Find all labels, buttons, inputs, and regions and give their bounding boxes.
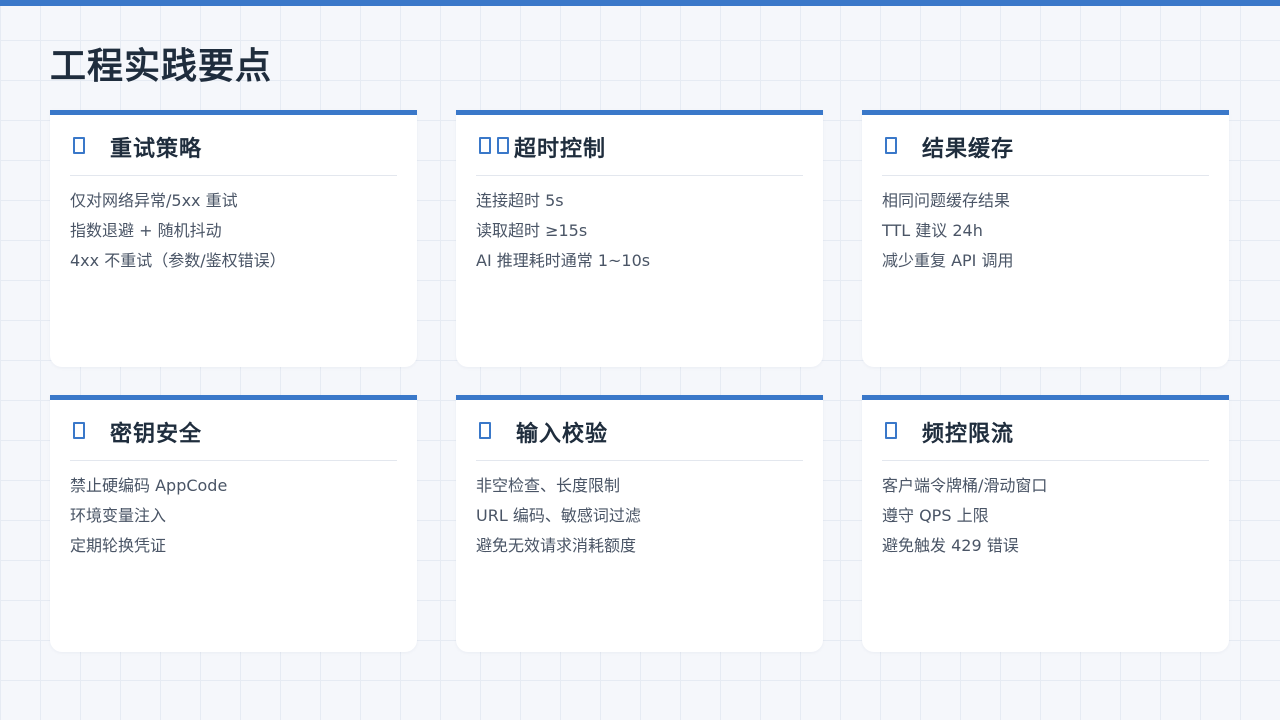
placeholder-glyph-icon <box>882 135 912 159</box>
card-key-security: 密钥安全 禁止硬编码 AppCode 环境变量注入 定期轮换凭证 <box>50 395 417 652</box>
list-item: URL 编码、敏感词过滤 <box>476 506 641 525</box>
list-item: 避免无效请求消耗额度 <box>476 536 637 555</box>
card-list: 客户端令牌桶/滑动窗口 遵守 QPS 上限 避免触发 429 错误 <box>882 471 1209 561</box>
card-rate-limiting: 频控限流 客户端令牌桶/滑动窗口 遵守 QPS 上限 避免触发 429 错误 <box>862 395 1229 652</box>
placeholder-glyph-icon <box>476 135 514 159</box>
card-timeout-control: 超时控制 连接超时 5s 读取超时 ≥15s AI 推理耗时通常 1~10s <box>456 110 823 367</box>
card-retry-strategy: 重试策略 仅对网络异常/5xx 重试 指数退避 + 随机抖动 4xx 不重试（参… <box>50 110 417 367</box>
card-list: 禁止硬编码 AppCode 环境变量注入 定期轮换凭证 <box>70 471 397 561</box>
list-item: 遵守 QPS 上限 <box>882 506 989 525</box>
list-item: 连接超时 5s <box>476 191 564 210</box>
placeholder-glyph-icon <box>882 420 912 444</box>
list-item: 读取超时 ≥15s <box>476 221 588 240</box>
card-list: 非空检查、长度限制 URL 编码、敏感词过滤 避免无效请求消耗额度 <box>476 471 803 561</box>
list-item: 指数退避 + 随机抖动 <box>70 221 222 240</box>
list-item: 减少重复 API 调用 <box>882 251 1014 270</box>
card-header: 密钥安全 <box>70 404 397 461</box>
card-header: 输入校验 <box>476 404 803 461</box>
page-title: 工程实践要点 <box>50 46 273 87</box>
placeholder-glyph-icon <box>70 135 100 159</box>
list-item: TTL 建议 24h <box>882 221 983 240</box>
card-list: 连接超时 5s 读取超时 ≥15s AI 推理耗时通常 1~10s <box>476 186 803 276</box>
card-header: 结果缓存 <box>882 119 1209 176</box>
card-header: 重试策略 <box>70 119 397 176</box>
card-list: 仅对网络异常/5xx 重试 指数退避 + 随机抖动 4xx 不重试（参数/鉴权错… <box>70 186 397 276</box>
placeholder-glyph-icon <box>70 420 100 444</box>
card-title: 密钥安全 <box>110 422 203 447</box>
list-item: 非空检查、长度限制 <box>476 476 621 495</box>
card-input-validation: 输入校验 非空检查、长度限制 URL 编码、敏感词过滤 避免无效请求消耗额度 <box>456 395 823 652</box>
card-title: 超时控制 <box>514 137 607 162</box>
list-item: 环境变量注入 <box>70 506 167 525</box>
list-item: 相同问题缓存结果 <box>882 191 1011 210</box>
card-list: 相同问题缓存结果 TTL 建议 24h 减少重复 API 调用 <box>882 186 1209 276</box>
card-result-cache: 结果缓存 相同问题缓存结果 TTL 建议 24h 减少重复 API 调用 <box>862 110 1229 367</box>
list-item: 避免触发 429 错误 <box>882 536 1019 555</box>
list-item: AI 推理耗时通常 1~10s <box>476 251 651 270</box>
list-item: 仅对网络异常/5xx 重试 <box>70 191 238 210</box>
list-item: 禁止硬编码 AppCode <box>70 476 228 495</box>
list-item: 定期轮换凭证 <box>70 536 167 555</box>
card-header: 频控限流 <box>882 404 1209 461</box>
card-title: 频控限流 <box>922 422 1015 447</box>
top-accent-bar <box>0 0 1280 6</box>
card-title: 输入校验 <box>516 422 609 447</box>
card-title: 结果缓存 <box>922 137 1015 162</box>
placeholder-glyph-icon <box>476 420 506 444</box>
list-item: 客户端令牌桶/滑动窗口 <box>882 476 1048 495</box>
card-title: 重试策略 <box>110 137 203 162</box>
card-header: 超时控制 <box>476 119 803 176</box>
list-item: 4xx 不重试（参数/鉴权错误） <box>70 251 286 270</box>
